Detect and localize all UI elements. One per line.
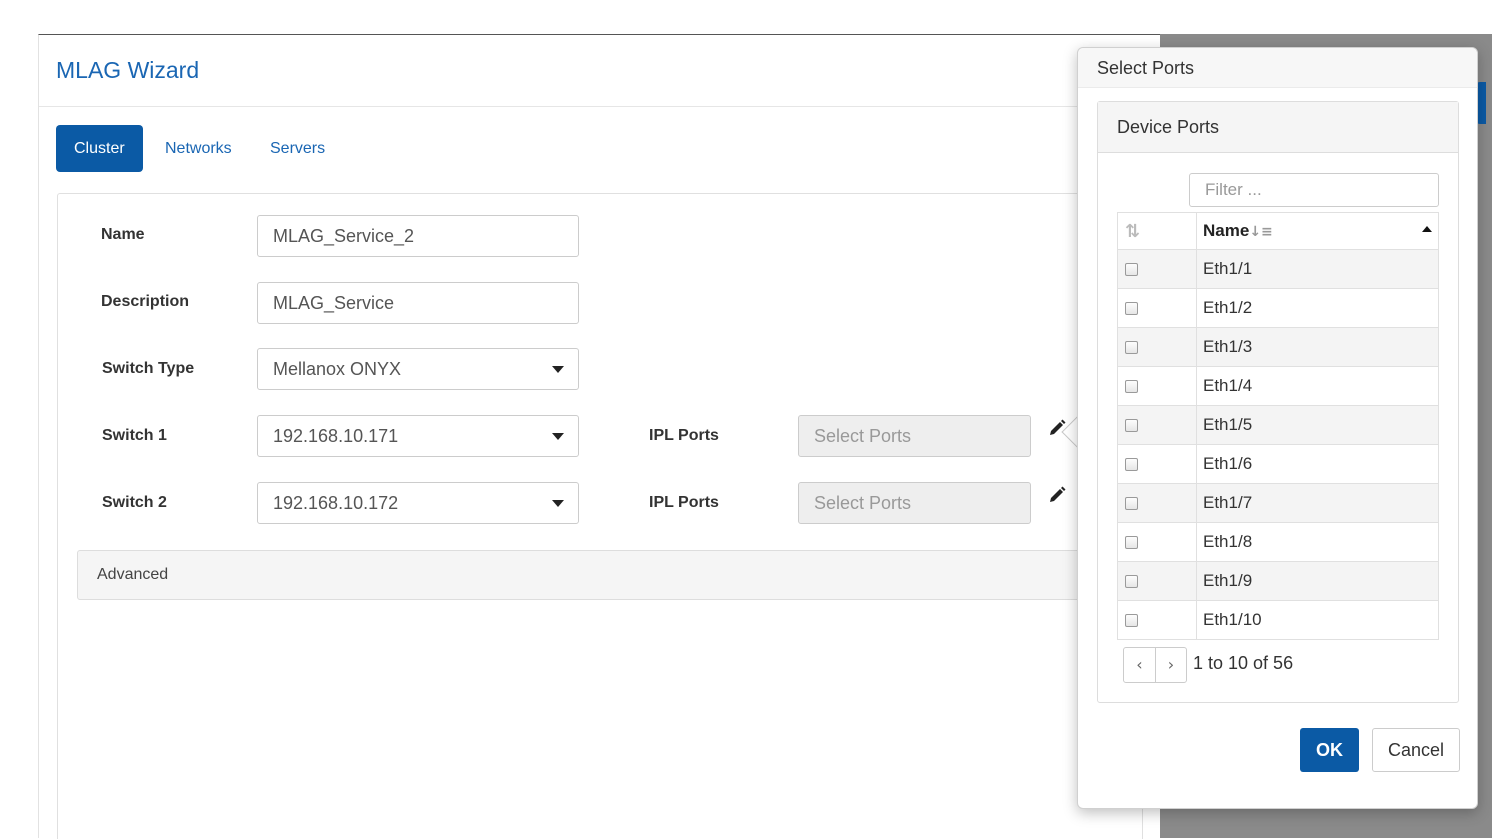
switch-type-label: Switch Type [102,360,195,377]
description-label: Description [101,293,190,310]
caret-down-icon [552,366,564,373]
ipl1-label: IPL Ports [649,427,719,444]
name-column-header[interactable]: Name↓≡ [1196,212,1439,250]
switch1-value: 192.168.10.171 [273,426,399,446]
select-ports-popover: Select Ports Device Ports Filter ... ⇅ N… [1077,47,1478,809]
port-name: Eth1/6 [1196,444,1439,484]
port-checkbox[interactable] [1125,302,1138,316]
table-row: Eth1/9 [1117,561,1439,601]
caret-down-icon [552,500,564,507]
port-checkbox[interactable] [1125,380,1138,394]
prev-page-icon[interactable]: ‹ [1124,648,1155,682]
table-row: Eth1/3 [1117,327,1439,367]
port-name: Eth1/5 [1196,405,1439,445]
device-ports-panel: Device Ports Filter ... ⇅ Name↓≡ Eth1/1 … [1097,101,1459,703]
port-name: Eth1/9 [1196,561,1439,601]
port-checkbox[interactable] [1125,263,1138,277]
ipl2-ports-field[interactable]: Select Ports [798,482,1031,524]
port-name: Eth1/4 [1196,366,1439,406]
table-row: Eth1/6 [1117,444,1439,484]
table-row: Eth1/4 [1117,366,1439,406]
sort-desc-icon: ↓≡ [1249,224,1273,240]
page-title: MLAG Wizard [56,57,200,83]
switch-type-value: Mellanox ONYX [273,359,402,379]
popover-title: Select Ports [1078,48,1477,88]
port-name: Eth1/2 [1196,288,1439,328]
pagination-status: 1 to 10 of 56 [1193,653,1294,673]
divider [39,106,1161,107]
next-page-icon[interactable]: › [1155,648,1186,682]
tab-cluster[interactable]: Cluster [56,125,143,172]
pagination: ‹ › [1123,647,1187,683]
edit-pencil-icon[interactable] [1047,486,1067,506]
description-field[interactable]: MLAG_Service [257,282,579,324]
port-checkbox[interactable] [1125,458,1138,472]
switch1-select[interactable]: 192.168.10.171 [257,415,579,457]
sort-up-icon[interactable] [1422,226,1432,232]
switch2-label: Switch 2 [102,494,167,511]
ok-button[interactable]: OK [1300,728,1359,772]
port-name: Eth1/10 [1196,600,1439,640]
advanced-section-toggle[interactable]: Advanced [77,550,1147,600]
tab-servers[interactable]: Servers [270,125,325,172]
table-row: Eth1/10 [1117,600,1439,640]
ports-table: ⇅ Name↓≡ Eth1/1 Eth1/2 Eth1/3 Eth1/4 Eth… [1117,212,1439,640]
table-row: Eth1/8 [1117,522,1439,562]
table-row: Eth1/5 [1117,405,1439,445]
port-name: Eth1/8 [1196,522,1439,562]
cancel-button[interactable]: Cancel [1372,728,1460,772]
switch-type-select[interactable]: Mellanox ONYX [257,348,579,390]
ipl1-ports-field[interactable]: Select Ports [798,415,1031,457]
tab-networks[interactable]: Networks [165,125,232,172]
port-checkbox[interactable] [1125,575,1138,589]
sort-icon: ⇅ [1125,220,1141,242]
port-checkbox[interactable] [1125,341,1138,355]
switch1-label: Switch 1 [102,427,167,444]
port-checkbox[interactable] [1125,614,1138,628]
name-column-label: Name [1203,221,1250,240]
select-column-header[interactable]: ⇅ [1117,212,1197,250]
port-checkbox[interactable] [1125,419,1138,433]
device-ports-title: Device Ports [1098,102,1458,153]
browser-top-strip [0,0,1492,8]
port-checkbox[interactable] [1125,536,1138,550]
table-row: Eth1/7 [1117,483,1439,523]
caret-down-icon [552,433,564,440]
switch2-select[interactable]: 192.168.10.172 [257,482,579,524]
port-name: Eth1/1 [1196,249,1439,289]
ipl2-label: IPL Ports [649,494,719,511]
name-label: Name [101,226,145,243]
table-row: Eth1/1 [1117,249,1439,289]
mlag-wizard: MLAG Wizard Cluster Networks Servers Nam… [38,34,1161,839]
table-row: Eth1/2 [1117,288,1439,328]
switch2-value: 192.168.10.172 [273,493,399,513]
port-name: Eth1/3 [1196,327,1439,367]
port-name: Eth1/7 [1196,483,1439,523]
name-field[interactable]: MLAG_Service_2 [257,215,579,257]
filter-input[interactable]: Filter ... [1189,173,1439,207]
port-checkbox[interactable] [1125,497,1138,511]
